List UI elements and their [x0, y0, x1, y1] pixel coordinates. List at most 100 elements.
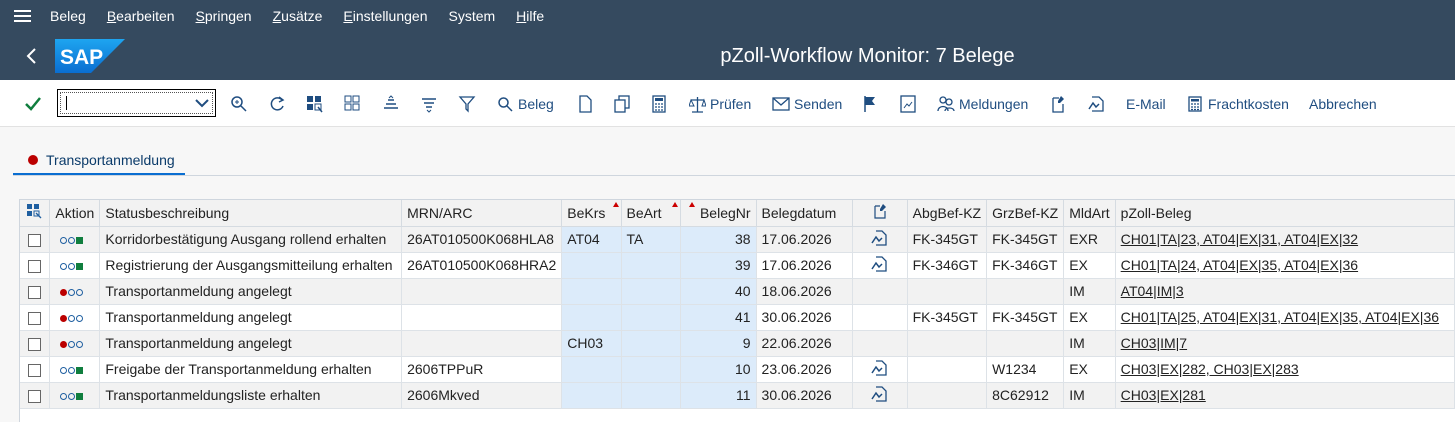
menu-item-hilfe[interactable]: Hilfe: [516, 8, 544, 24]
copy-document-icon[interactable]: [613, 92, 631, 116]
row-checkbox[interactable]: [28, 389, 42, 403]
command-field[interactable]: [57, 89, 216, 117]
sign-document-icon[interactable]: [871, 229, 889, 250]
action-cell[interactable]: [49, 330, 101, 357]
menu-item-bearbeiten[interactable]: Bearbeiten: [107, 8, 175, 24]
menu-item-einstellungen[interactable]: Einstellungen: [343, 8, 427, 24]
meldungen-button[interactable]: Meldungen: [937, 92, 1028, 116]
action-cell[interactable]: [49, 252, 101, 279]
pzoll-cell[interactable]: CH01|TA|23, AT04|EX|31, AT04|EX|32: [1115, 226, 1455, 253]
sign-document-icon[interactable]: [1088, 92, 1106, 116]
abbrechen-button[interactable]: Abbrechen: [1309, 92, 1377, 116]
document-cell[interactable]: [852, 278, 908, 305]
column-header-mrn[interactable]: MRN/ARC: [401, 200, 563, 227]
pzoll-beleg-link[interactable]: CH03|IM|7: [1121, 335, 1187, 351]
edit-document-icon[interactable]: [1050, 92, 1066, 116]
select-all-column-icon[interactable]: [20, 200, 51, 227]
email-button[interactable]: E-Mail: [1126, 92, 1166, 116]
column-header-abgbef[interactable]: AbgBef-KZ: [907, 200, 988, 227]
row-checkbox-cell[interactable]: [20, 356, 51, 383]
pzoll-beleg-link[interactable]: CH01|TA|25, AT04|EX|31, AT04|EX|35, AT04…: [1121, 309, 1439, 325]
calculator-icon[interactable]: [651, 92, 667, 116]
column-header-bekrs[interactable]: BeKrs: [561, 200, 622, 227]
frachtkosten-button[interactable]: Frachtkosten: [1188, 92, 1289, 116]
pzoll-cell[interactable]: CH01|TA|25, AT04|EX|31, AT04|EX|35, AT04…: [1115, 304, 1455, 331]
table-row[interactable]: Registrierung der Ausgangsmitteilung erh…: [20, 252, 1455, 279]
select-all-icon[interactable]: [306, 92, 324, 116]
action-cell[interactable]: [49, 304, 101, 331]
row-checkbox[interactable]: [28, 233, 42, 247]
sort-ascending-icon[interactable]: [382, 92, 400, 116]
row-checkbox-cell[interactable]: [20, 252, 51, 279]
beleg-button[interactable]: Beleg: [497, 92, 554, 116]
column-header-belegnr[interactable]: BelegNr: [680, 200, 757, 227]
row-checkbox-cell[interactable]: [20, 330, 51, 357]
pruefen-button[interactable]: Prüfen: [689, 92, 751, 116]
action-cell[interactable]: [49, 226, 101, 253]
action-cell[interactable]: [49, 278, 101, 305]
menu-icon[interactable]: [0, 0, 44, 31]
pzoll-beleg-link[interactable]: CH03|EX|282, CH03|EX|283: [1121, 361, 1299, 377]
row-checkbox[interactable]: [28, 363, 42, 377]
document-cell[interactable]: [852, 356, 908, 383]
pzoll-beleg-link[interactable]: CH01|TA|24, AT04|EX|35, AT04|EX|36: [1121, 257, 1358, 273]
pzoll-beleg-link[interactable]: CH03|EX|281: [1121, 387, 1206, 403]
pzoll-cell[interactable]: CH03|IM|7: [1115, 330, 1455, 357]
sort-descending-icon[interactable]: [420, 92, 438, 116]
pzoll-cell[interactable]: CH03|EX|281: [1115, 382, 1455, 409]
row-checkbox-cell[interactable]: [20, 382, 51, 409]
column-header-pzoll[interactable]: pZoll-Beleg: [1115, 200, 1455, 227]
filter-icon[interactable]: [458, 92, 476, 116]
chevron-down-icon[interactable]: [195, 96, 209, 113]
document-cell[interactable]: [852, 252, 908, 279]
deselect-all-icon[interactable]: [344, 92, 362, 116]
row-checkbox[interactable]: [28, 285, 42, 299]
menu-item-zusätze[interactable]: Zusätze: [273, 8, 323, 24]
table-row[interactable]: Transportanmeldung angelegt 40 18.06.2026 I…: [20, 278, 1455, 305]
menu-item-springen[interactable]: Springen: [196, 8, 252, 24]
column-header-grzbef[interactable]: GrzBef-KZ: [986, 200, 1065, 227]
column-header-document-icon[interactable]: [852, 200, 908, 227]
column-header-mldart[interactable]: MldArt: [1063, 200, 1116, 227]
row-checkbox[interactable]: [28, 259, 42, 273]
column-header-aktion[interactable]: Aktion: [49, 200, 101, 227]
document-cell[interactable]: [852, 304, 908, 331]
table-row[interactable]: Korridorbestätigung Ausgang rollend erha…: [20, 226, 1455, 253]
pzoll-cell[interactable]: CH01|TA|24, AT04|EX|35, AT04|EX|36: [1115, 252, 1455, 279]
document-cell[interactable]: [852, 330, 908, 357]
action-cell[interactable]: [49, 356, 101, 383]
row-checkbox-cell[interactable]: [20, 278, 51, 305]
sign-document-icon[interactable]: [871, 385, 889, 406]
back-icon[interactable]: [20, 44, 44, 68]
document-cell[interactable]: [852, 226, 908, 253]
pzoll-cell[interactable]: CH03|EX|282, CH03|EX|283: [1115, 356, 1455, 383]
senden-button[interactable]: Senden: [772, 92, 842, 116]
column-header-beart[interactable]: BeArt: [621, 200, 681, 227]
tab-transportanmeldung[interactable]: Transportanmeldung: [13, 146, 185, 176]
sign-document-icon[interactable]: [871, 359, 889, 380]
zoom-icon[interactable]: [230, 92, 248, 116]
pzoll-cell[interactable]: AT04|IM|3: [1115, 278, 1455, 305]
menu-item-beleg[interactable]: Beleg: [50, 8, 86, 24]
table-row[interactable]: Transportanmeldung angelegt 41 30.06.2026 F…: [20, 304, 1455, 331]
image-document-icon[interactable]: [900, 92, 916, 116]
flag-icon[interactable]: [862, 92, 878, 116]
pzoll-beleg-link[interactable]: CH01|TA|23, AT04|EX|31, AT04|EX|32: [1121, 231, 1358, 247]
row-checkbox-cell[interactable]: [20, 304, 51, 331]
column-header-status[interactable]: Statusbeschreibung: [99, 200, 403, 227]
table-row[interactable]: Transportanmeldung angelegt CH03 9 22.06.20…: [20, 330, 1455, 357]
column-header-belegdatum[interactable]: Belegdatum: [756, 200, 853, 227]
sign-document-icon[interactable]: [871, 255, 889, 276]
row-checkbox-cell[interactable]: [20, 226, 51, 253]
table-row[interactable]: Transportanmeldungsliste erhalten 2606Mkv…: [20, 382, 1455, 409]
document-icon[interactable]: [577, 92, 593, 116]
row-checkbox[interactable]: [28, 337, 42, 351]
pzoll-beleg-link[interactable]: AT04|IM|3: [1121, 283, 1184, 299]
enter-checkmark-icon[interactable]: [24, 92, 42, 116]
refresh-icon[interactable]: [268, 92, 286, 116]
row-checkbox[interactable]: [28, 311, 42, 325]
action-cell[interactable]: [49, 382, 101, 409]
document-cell[interactable]: [852, 382, 908, 409]
menu-item-system[interactable]: System: [448, 8, 495, 24]
table-row[interactable]: Freigabe der Transportanmeldung erhalten…: [20, 356, 1455, 383]
